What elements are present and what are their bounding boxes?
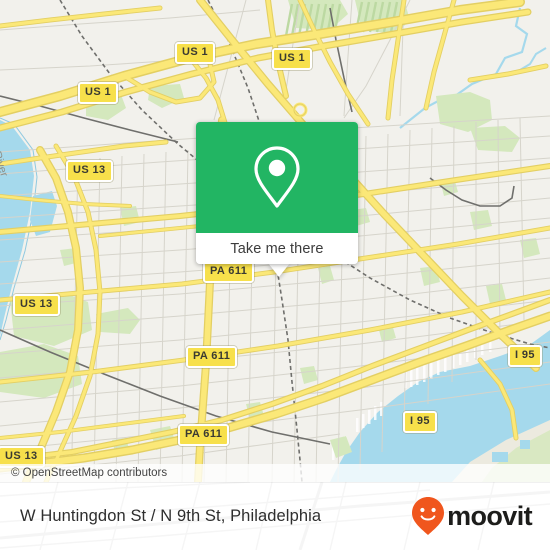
moovit-brand-logo[interactable]: moovit <box>411 482 533 550</box>
route-shield[interactable]: I 95 <box>508 345 542 367</box>
moovit-wordmark: moovit <box>447 500 533 531</box>
callout-header <box>196 122 358 233</box>
bottom-info-bar: W Huntingdon St / N 9th St, Philadelphia… <box>0 482 550 550</box>
route-shield[interactable]: US 13 <box>13 294 60 316</box>
moovit-smiley-pin-icon <box>412 497 445 535</box>
destination-callout-card[interactable]: Take me there <box>196 122 358 264</box>
place-name-label: W Huntingdon St / N 9th St, Philadelphia <box>20 506 322 525</box>
map-attribution-bar: © OpenStreetMap contributors <box>0 464 550 482</box>
callout-action[interactable]: Take me there <box>196 233 358 264</box>
route-shield[interactable]: I 95 <box>403 411 437 433</box>
map-canvas[interactable]: US 1 US 1 US 1 US 13 US 13 US 13 PA 611 … <box>0 0 550 482</box>
route-shield[interactable]: US 1 <box>272 48 313 70</box>
route-shield[interactable]: PA 611 <box>203 261 255 283</box>
osm-attribution-text[interactable]: © OpenStreetMap contributors <box>0 467 167 479</box>
route-shield[interactable]: US 1 <box>175 42 216 64</box>
take-me-there-label: Take me there <box>230 240 324 257</box>
route-shield[interactable]: PA 611 <box>186 346 238 368</box>
callout-pointer <box>268 263 290 277</box>
route-shield[interactable]: US 13 <box>66 160 113 182</box>
moovit-map-screenshot: US 1 US 1 US 1 US 13 US 13 US 13 PA 611 … <box>0 0 550 550</box>
route-shield[interactable]: US 1 <box>78 82 119 104</box>
map-pin-icon <box>254 145 300 208</box>
route-shield[interactable]: PA 611 <box>178 424 230 446</box>
